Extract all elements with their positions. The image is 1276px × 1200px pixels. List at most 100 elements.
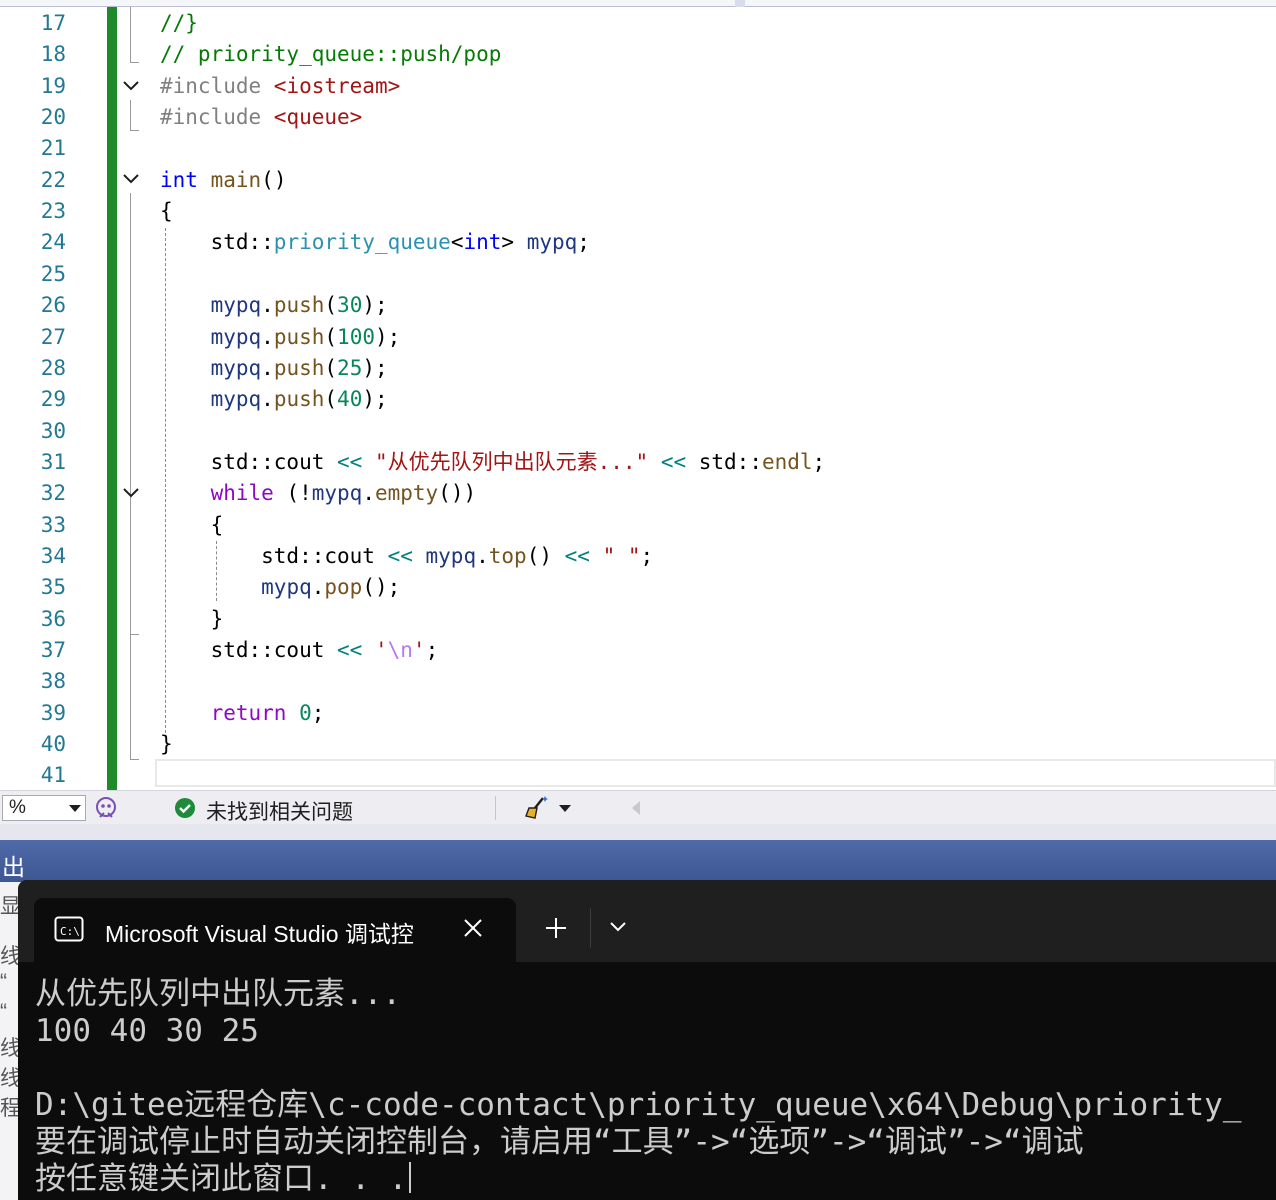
console-text: 要在调试停止时自动关闭控制台，请启用“工具”->“选项”->“调试”->“调试 [35,1124,1084,1160]
intellicode-icon[interactable] [93,795,119,821]
code-token: 25 [337,355,363,380]
code-token: ( [324,293,338,318]
code-line[interactable]: } [160,729,173,760]
line-number: 30 [40,418,66,443]
line-number: 29 [40,387,66,412]
collapse-chevron-icon[interactable] [122,170,140,188]
code-token: mypq [210,387,262,412]
console-line: 要在调试停止时自动关闭控制台，请启用“工具”->“选项”->“调试”->“调试 [35,1124,1275,1161]
code-line[interactable]: { [160,196,173,227]
outline-line [130,193,131,759]
terminal-tab[interactable]: C:\ Microsoft Visual Studio 调试控 [34,898,516,962]
scroll-left-icon[interactable] [632,801,640,815]
code-line[interactable]: std::priority_queue<int> mypq; [160,227,590,258]
change-tracking-bar [107,7,117,790]
code-line[interactable]: //} [160,8,198,39]
code-token: . [261,387,274,412]
code-token: std::cout [160,638,338,662]
code-token: 100 [337,324,375,349]
zoom-dropdown[interactable]: % [2,795,86,821]
code-token: ); [362,387,388,412]
outline-end-tick [130,62,139,63]
code-line[interactable]: mypq.push(100); [160,322,401,353]
code-line[interactable]: #include <iostream> [160,71,400,102]
dropdown-arrow-icon[interactable] [559,805,571,812]
current-line-highlight [155,759,1276,787]
code-token: " " [589,543,641,568]
code-token: ; [425,638,439,662]
code-token: mypq [261,575,312,600]
code-token: mypq [526,230,578,255]
console-line: D:\gitee远程仓库\c-code-contact\priority_que… [35,1087,1275,1124]
collapse-chevron-icon[interactable] [122,77,140,95]
outline-end-tick [130,130,139,131]
code-token: ' [412,638,426,662]
console-text: 按任意键关闭此窗口. . . [35,1161,408,1197]
code-line[interactable]: { [160,510,224,541]
line-number: 36 [40,606,66,631]
code-token: (); [362,575,401,600]
code-token: ; [812,449,826,474]
code-token: std::cout [160,449,338,474]
code-token: // priority_queue::push/pop [160,42,502,67]
code-token: { [160,512,224,537]
code-token: ()) [438,481,477,506]
code-token: () [526,543,565,568]
code-token: empty [374,481,439,506]
code-line[interactable]: // priority_queue::push/pop [160,39,501,70]
code-token: //} [160,11,198,35]
close-icon[interactable] [462,917,484,939]
code-line[interactable]: mypq.push(30); [160,290,388,321]
code-token: #include [160,105,274,130]
code-editor[interactable]: 17 18 19 20 21 22 23 24 25 26 27 28 29 30 31 32 33 34 35 36… [0,0,1276,790]
line-number: 28 [40,355,66,380]
code-line[interactable]: mypq.pop(); [160,572,400,603]
code-token: <queue> [273,105,363,130]
code-token: ); [362,355,388,380]
chevron-down-icon[interactable] [608,920,628,934]
code-line[interactable]: std::cout << '\n'; [160,635,439,666]
code-token: ; [311,700,325,725]
code-line[interactable]: #include <queue> [160,102,362,133]
code-line[interactable]: mypq.push(40); [160,384,388,415]
code-cleanup-broom-icon[interactable] [523,794,551,822]
code-line[interactable]: int main() [160,165,286,196]
outline-line [130,100,131,130]
code-line[interactable]: return 0; [160,698,325,729]
console-line: 从优先队列中出队元素... [35,976,1275,1013]
code-token: mypq [412,543,477,568]
code-token: top [488,543,527,568]
line-number: 26 [40,293,66,318]
editor-top-strip [0,0,1276,7]
line-number: 31 [40,449,66,474]
issues-status-text[interactable]: 未找到相关问题 [206,796,353,826]
code-token: ( [324,324,338,349]
line-number: 40 [40,732,66,757]
console-output[interactable]: 从优先队列中出队元素... 100 40 30 25 D:\gitee远程仓库\c-… [35,976,1275,1198]
code-token: < [450,230,464,255]
line-number: 37 [40,638,66,662]
line-number: 33 [40,512,66,537]
line-number: 39 [40,700,66,725]
code-token: ); [374,324,401,349]
output-edge-char: “ [0,970,7,993]
code-token: int [160,167,198,192]
code-token: pop [324,575,363,600]
line-number: 27 [40,324,66,349]
code-token: . [261,293,274,318]
new-tab-plus-icon[interactable] [544,916,568,940]
code-line[interactable]: mypq.push(25); [160,353,388,384]
debug-console-window[interactable]: C:\ Microsoft Visual Studio 调试控 从优先队列中出队… [18,880,1276,1200]
code-line[interactable]: std::cout << mypq.top() << " "; [160,541,653,572]
code-token: int [463,230,502,255]
code-token: << [564,543,590,568]
code-line[interactable]: } [160,604,224,635]
code-line[interactable]: while (!mypq.empty()) [160,478,477,509]
code-token: . [261,355,274,380]
collapse-chevron-icon[interactable] [122,484,140,502]
code-line[interactable]: std::cout << "从优先队列中出队元素..." << std::end… [160,447,826,478]
code-token: . [362,481,375,506]
